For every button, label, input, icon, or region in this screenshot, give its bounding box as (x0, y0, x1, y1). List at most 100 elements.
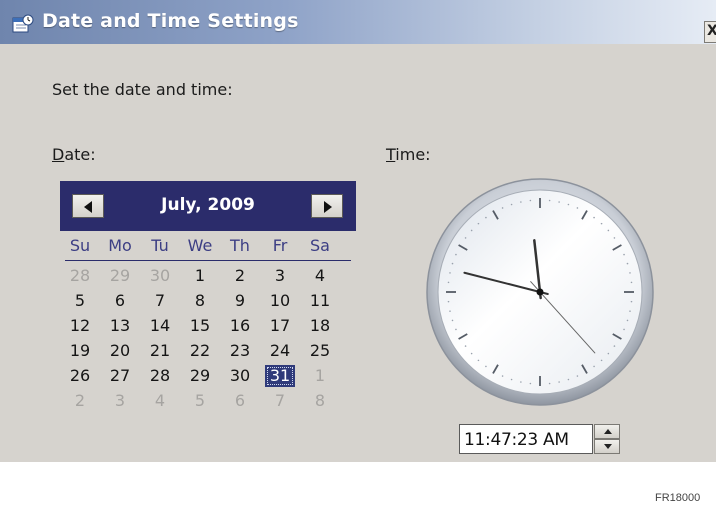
minute-tick (485, 365, 487, 368)
calendar-header: July, 2009 (60, 181, 356, 231)
minute-tick (613, 237, 616, 239)
day-cell[interactable]: 28 (65, 265, 95, 287)
minute-tick (558, 201, 560, 203)
window-title: Date and Time Settings (42, 10, 299, 32)
day-cell[interactable]: 25 (305, 340, 335, 362)
day-cell[interactable]: 30 (145, 265, 175, 287)
minute-tick (576, 207, 579, 209)
minute-tick (567, 203, 570, 206)
date-label: Date: (52, 145, 96, 164)
day-cell[interactable]: 3 (265, 265, 295, 287)
day-cell[interactable]: 9 (225, 290, 255, 312)
day-cell[interactable]: 2 (225, 265, 255, 287)
minute-tick (529, 382, 532, 385)
day-cell[interactable]: 11 (305, 290, 335, 312)
day-cell[interactable]: 24 (265, 340, 295, 362)
calendar-clock-icon (12, 14, 34, 33)
day-cell[interactable]: 5 (65, 290, 95, 312)
day-cell[interactable]: 8 (185, 290, 215, 312)
spin-down-icon (604, 444, 612, 449)
day-cell[interactable]: 19 (65, 340, 95, 362)
day-cell[interactable]: 20 (105, 340, 135, 362)
day-cell[interactable]: 12 (65, 315, 95, 337)
day-cell[interactable]: 5 (185, 390, 215, 412)
day-cell[interactable]: 22 (185, 340, 215, 362)
previous-month-button[interactable] (72, 194, 104, 218)
day-cell[interactable]: 1 (185, 265, 215, 287)
minute-tick (548, 199, 551, 202)
minute-tick (455, 253, 457, 256)
day-cell[interactable]: 1 (305, 365, 335, 387)
minute-tick (623, 253, 625, 256)
day-cell[interactable]: 3 (105, 390, 135, 412)
minute-tick (626, 319, 629, 322)
day-cell[interactable]: 29 (185, 365, 215, 387)
day-of-week-row: Su Mo Tu We Th Fr Sa (60, 236, 356, 258)
day-cell[interactable]: 6 (105, 290, 135, 312)
figure-code: FR18000 (655, 492, 701, 504)
minute-tick (447, 300, 450, 303)
day-cell[interactable]: 23 (225, 340, 255, 362)
day-cell[interactable]: 15 (185, 315, 215, 337)
time-decrement-button[interactable] (594, 439, 620, 454)
minute-tick (455, 328, 457, 331)
day-of-week-label: Mo (108, 236, 132, 255)
minute-tick (529, 199, 532, 202)
minute-tick (449, 272, 451, 274)
day-cell[interactable]: 13 (105, 315, 135, 337)
day-cell[interactable]: 2 (65, 390, 95, 412)
date-time-dialog: Date and Time Settings X Set the date an… (0, 0, 716, 462)
minute-tick (470, 229, 473, 232)
day-cell[interactable]: 30 (225, 365, 255, 387)
day-cell[interactable]: 16 (225, 315, 255, 337)
time-increment-button[interactable] (594, 424, 620, 439)
month-title[interactable]: July, 2009 (120, 195, 296, 215)
day-cell[interactable]: 27 (105, 365, 135, 387)
day-cell[interactable]: 26 (65, 365, 95, 387)
calendar: July, 2009 Su Mo Tu We Th Fr Sa 28 29 30 1 2 3 4 5 6 7 8… (60, 181, 356, 453)
day-cell[interactable]: 6 (225, 390, 255, 412)
day-cell[interactable]: 7 (145, 290, 175, 312)
day-cell[interactable]: 14 (145, 315, 175, 337)
day-cell[interactable]: 28 (145, 365, 175, 387)
minute-tick (607, 229, 610, 232)
minute-tick (451, 262, 454, 265)
close-icon: X (707, 23, 716, 39)
day-cell[interactable]: 18 (305, 315, 335, 337)
day-cell[interactable]: 8 (305, 390, 335, 412)
left-arrow-icon (84, 201, 92, 213)
day-cell[interactable]: 17 (265, 315, 295, 337)
day-cell[interactable]: 7 (265, 390, 295, 412)
day-cell[interactable]: 21 (145, 340, 175, 362)
minute-tick (520, 381, 522, 383)
day-cell[interactable]: 29 (105, 265, 135, 287)
minute-tick (520, 201, 522, 203)
time-label: Time: (386, 145, 431, 164)
day-cell[interactable]: 10 (265, 290, 295, 312)
next-month-button[interactable] (311, 194, 343, 218)
day-of-week-label: Th (230, 236, 250, 255)
minute-tick (447, 281, 450, 284)
minute-tick (593, 216, 595, 219)
minute-tick (451, 319, 454, 322)
minute-tick (501, 207, 504, 209)
day-cell[interactable]: 4 (305, 265, 335, 287)
day-of-week-label: Sa (310, 236, 330, 255)
minute-tick (567, 378, 570, 381)
day-cell[interactable]: 4 (145, 390, 175, 412)
time-input[interactable]: 11:47:23 AM (459, 424, 593, 454)
minute-tick (593, 365, 595, 368)
right-arrow-icon (324, 201, 332, 213)
minute-tick (613, 345, 616, 347)
minute-tick (449, 310, 451, 312)
close-button[interactable]: X (704, 21, 716, 43)
minute-tick (485, 216, 487, 219)
spin-up-icon (604, 429, 612, 434)
day-of-week-label: Fr (272, 236, 288, 255)
minute-tick (501, 375, 504, 377)
minute-tick (630, 281, 633, 284)
minute-tick (629, 310, 631, 312)
selected-day-cell[interactable]: 31 (265, 365, 295, 387)
day-of-week-label: Tu (151, 236, 169, 255)
minute-tick (630, 300, 633, 303)
